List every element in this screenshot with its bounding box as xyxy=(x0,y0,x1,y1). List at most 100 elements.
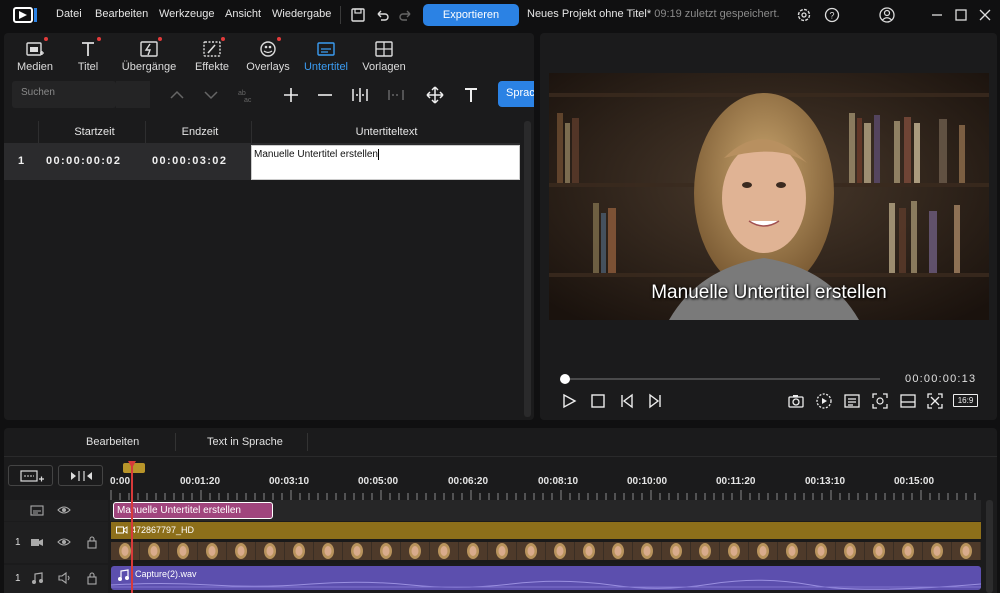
ruler-label: 00:08:10 xyxy=(538,476,579,487)
svg-text:ac: ac xyxy=(244,97,252,104)
tab-label: Overlays xyxy=(246,61,290,73)
tab-bearbeiten[interactable]: Bearbeiten xyxy=(86,436,139,448)
minimize-icon[interactable] xyxy=(928,6,946,24)
tab-vorlagen[interactable]: Vorlagen xyxy=(354,33,414,77)
ruler-label: 00:01:20 xyxy=(180,476,221,487)
audio-track-header: 1 xyxy=(4,565,108,593)
track-number: 1 xyxy=(15,537,21,548)
divider xyxy=(38,121,39,143)
timeline-scrollbar[interactable] xyxy=(986,500,993,593)
ruler-label: 00:11:20 xyxy=(716,476,756,487)
video-track-header: 1 xyxy=(4,522,108,563)
account-icon[interactable] xyxy=(878,6,896,24)
next-frame-icon[interactable] xyxy=(646,392,664,410)
table-scrollbar[interactable] xyxy=(524,121,531,417)
media-icon xyxy=(25,37,48,59)
ruler-label: 00:15:00 xyxy=(894,476,935,487)
render-preview-icon[interactable] xyxy=(815,392,833,410)
video-clip-thumbnails[interactable] xyxy=(111,539,981,563)
project-title: Neues Projekt ohne Titel* 09:19 zuletzt … xyxy=(527,8,780,20)
split-icon[interactable] xyxy=(350,85,370,105)
menu-wiedergabe[interactable]: Wiedergabe xyxy=(272,8,331,20)
aspect-ratio-button[interactable]: 16:9 xyxy=(953,394,978,407)
menu-datei[interactable]: Datei xyxy=(56,8,82,20)
tab-overlays[interactable]: Overlays xyxy=(237,33,299,77)
transitions-icon xyxy=(139,37,162,59)
track-manager-button[interactable] xyxy=(8,465,53,486)
col-start[interactable]: Startzeit xyxy=(42,126,147,138)
snapshot-camera-icon[interactable] xyxy=(787,392,805,410)
tab-uebergaenge[interactable]: Übergänge xyxy=(118,33,180,77)
subtitle-toggle-icon[interactable] xyxy=(843,392,861,410)
merge-icon[interactable] xyxy=(386,85,406,105)
speaker-icon[interactable] xyxy=(57,571,71,585)
tab-label: Vorlagen xyxy=(362,61,406,73)
menu-bearbeiten[interactable]: Bearbeiten xyxy=(95,8,148,20)
export-button[interactable]: Exportieren xyxy=(423,4,519,26)
col-text[interactable]: Untertiteltext xyxy=(253,126,520,138)
app-window: Datei Bearbeiten Werkzeuge Ansicht Wiede… xyxy=(0,0,1000,593)
subtitle-table-header: Startzeit Endzeit Untertiteltext xyxy=(4,121,520,143)
remove-subtitle-icon[interactable] xyxy=(315,85,335,105)
eye-icon[interactable] xyxy=(57,503,71,517)
tab-titel[interactable]: Titel xyxy=(57,33,119,77)
playback-progress-handle[interactable] xyxy=(560,374,570,384)
divider xyxy=(340,6,341,24)
settings-gear-icon[interactable] xyxy=(795,6,813,24)
playback-progress-track[interactable] xyxy=(565,378,880,380)
play-icon[interactable] xyxy=(560,392,578,410)
tab-label: Titel xyxy=(77,61,99,73)
fit-timeline-button[interactable] xyxy=(58,465,103,486)
ruler-label: 00:10:00 xyxy=(627,476,668,487)
menu-werkzeuge[interactable]: Werkzeuge xyxy=(159,8,214,20)
find-replace-icon[interactable]: ab ac xyxy=(235,85,255,105)
close-icon[interactable] xyxy=(976,6,994,24)
redo-icon[interactable] xyxy=(397,6,415,24)
row-index: 1 xyxy=(18,155,26,167)
subtitle-clip[interactable]: Manuelle Untertitel erstellen xyxy=(113,502,273,519)
playhead[interactable] xyxy=(131,462,133,593)
video-clip[interactable] xyxy=(111,522,981,539)
tab-label: Effekte xyxy=(194,61,230,73)
add-subtitle-icon[interactable] xyxy=(281,85,301,105)
help-icon[interactable]: ? xyxy=(823,6,841,24)
divider xyxy=(307,433,308,451)
text-format-icon[interactable] xyxy=(461,85,481,105)
lock-icon[interactable] xyxy=(85,535,99,549)
position-move-icon[interactable] xyxy=(425,85,445,105)
menu-ansicht[interactable]: Ansicht xyxy=(225,8,261,20)
maximize-icon[interactable] xyxy=(952,6,970,24)
text-cursor xyxy=(377,149,379,160)
undo-icon[interactable] xyxy=(373,6,391,24)
divider xyxy=(251,121,252,143)
tab-untertitel[interactable]: Untertitel xyxy=(294,33,358,77)
fullscreen-icon[interactable] xyxy=(926,392,944,410)
move-down-icon[interactable] xyxy=(201,85,221,105)
tab-label: Übergänge xyxy=(121,61,177,73)
subtitle-text-input[interactable]: Manuelle Untertitel erstellen xyxy=(251,145,520,180)
col-end[interactable]: Endzeit xyxy=(147,126,253,138)
video-track-icon xyxy=(30,535,44,549)
search-filter[interactable] xyxy=(116,81,150,108)
row-start[interactable]: 00:00:00:02 xyxy=(46,155,121,167)
lock-icon[interactable] xyxy=(85,571,99,585)
save-icon[interactable] xyxy=(349,6,367,24)
search-input[interactable]: Suchen xyxy=(12,81,116,108)
layout-icon[interactable] xyxy=(899,392,917,410)
eye-icon[interactable] xyxy=(57,535,71,549)
row-end[interactable]: 00:00:03:02 xyxy=(152,155,227,167)
ruler-label: 00:13:10 xyxy=(805,476,846,487)
zoom-fit-icon[interactable] xyxy=(871,392,889,410)
speech-to-text-button[interactable]: Sprach xyxy=(498,81,534,107)
previous-frame-icon[interactable] xyxy=(618,392,636,410)
audio-clip[interactable] xyxy=(111,566,981,590)
tab-text-in-sprache[interactable]: Text in Sprache xyxy=(207,436,283,448)
subtitle-overlay: Manuelle Untertitel erstellen xyxy=(651,282,887,303)
move-up-icon[interactable] xyxy=(167,85,187,105)
ruler-label: 0:00 xyxy=(110,476,131,487)
svg-text:ab: ab xyxy=(238,90,246,97)
tab-effekte[interactable]: Effekte xyxy=(181,33,243,77)
video-clip-icon xyxy=(116,524,128,536)
save-status: 09:19 zuletzt gespeichert. xyxy=(654,8,780,20)
stop-icon[interactable] xyxy=(589,392,607,410)
